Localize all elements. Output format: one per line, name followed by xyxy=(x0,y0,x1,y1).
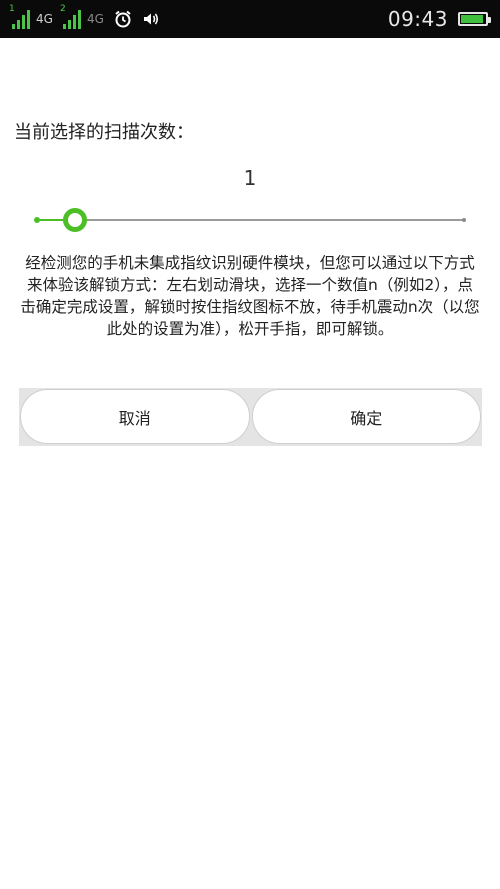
scan-count-label: 当前选择的扫描次数： xyxy=(14,122,194,143)
volume-icon xyxy=(140,8,162,30)
battery-icon xyxy=(458,12,491,26)
action-button-bar: 取消 确定 xyxy=(19,388,482,446)
sim1-index: 1 xyxy=(9,4,15,14)
sim1-network-label: 4G xyxy=(36,12,53,26)
slider-start-dot xyxy=(34,217,40,223)
scan-count-slider[interactable] xyxy=(34,208,466,232)
sim2-index: 2 xyxy=(59,4,66,14)
battery-level-fill xyxy=(461,15,484,23)
sim1-signal-icon: 1 xyxy=(9,5,30,29)
cancel-button[interactable]: 取消 xyxy=(20,389,250,444)
slider-end-dot xyxy=(462,218,466,222)
sim2-signal-icon: 2 xyxy=(60,5,81,29)
alarm-icon xyxy=(112,8,134,30)
status-time: 09:43 xyxy=(387,7,448,31)
slider-thumb-handle[interactable] xyxy=(62,208,87,232)
instruction-text: 经检测您的手机未集成指纹识别硬件模块，但您可以通过以下方式来体验该解锁方式：左右… xyxy=(20,254,480,338)
status-bar: 1 4G 2 4G 09:43 xyxy=(0,0,500,38)
slider-track[interactable] xyxy=(36,219,464,221)
status-right-group: 09:43 xyxy=(387,0,491,38)
sim2-network-label: 4G xyxy=(86,12,104,26)
scan-count-value: 1 xyxy=(243,166,257,190)
confirm-button[interactable]: 确定 xyxy=(251,389,481,444)
status-left-group: 1 4G 2 4G xyxy=(9,0,162,38)
fingerprint-sim-setting-page: 1 4G 2 4G 09:43 当前选择的扫描次数： 1 经检测您的手机未集成指… xyxy=(0,0,500,889)
